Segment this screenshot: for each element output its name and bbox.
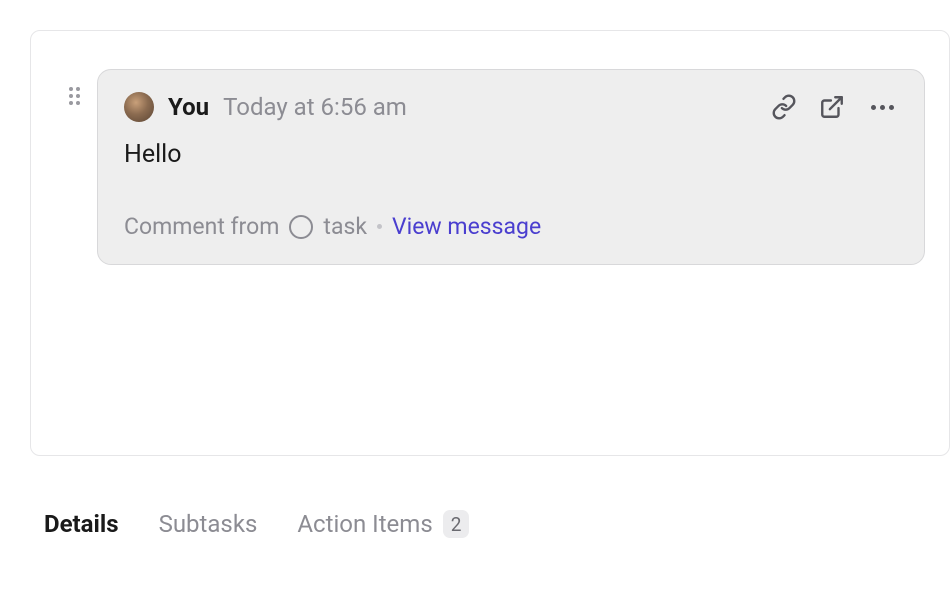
comment-source-task: task	[323, 213, 367, 240]
open-external-icon[interactable]	[819, 94, 845, 120]
tab-label: Action Items	[297, 510, 432, 538]
copy-link-icon[interactable]	[771, 94, 797, 120]
task-status-circle-icon	[289, 215, 313, 239]
comment-author: You	[168, 93, 209, 121]
tab-subtasks[interactable]: Subtasks	[159, 510, 258, 538]
avatar	[124, 92, 154, 122]
comment-body: Hello	[124, 140, 898, 169]
view-message-link[interactable]: View message	[392, 213, 541, 240]
more-options-icon[interactable]	[867, 101, 898, 114]
comment-header: You Today at 6:56 am	[124, 92, 898, 122]
comments-panel: You Today at 6:56 am	[30, 30, 950, 456]
comment-source-prefix: Comment from	[124, 213, 279, 240]
drag-handle-icon[interactable]	[69, 87, 80, 105]
comment-footer: Comment from task View message	[124, 213, 898, 240]
separator-dot-icon	[377, 224, 382, 229]
comment-card: You Today at 6:56 am	[97, 69, 925, 265]
tab-label: Subtasks	[159, 510, 258, 538]
tab-badge: 2	[443, 510, 470, 538]
tab-label: Details	[44, 510, 119, 538]
comment-actions	[771, 94, 898, 120]
comment-timestamp: Today at 6:56 am	[223, 93, 407, 121]
tab-details[interactable]: Details	[44, 510, 119, 538]
tab-action-items[interactable]: Action Items 2	[297, 510, 469, 538]
tab-bar: Details Subtasks Action Items 2	[44, 510, 950, 538]
